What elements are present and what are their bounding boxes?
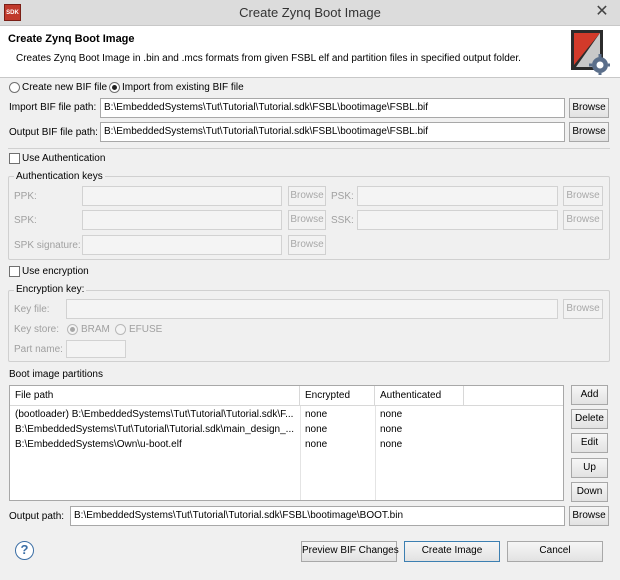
dialog-header: Create Zynq Boot Image Creates Zynq Boot… xyxy=(0,26,620,78)
column-header-authenticated[interactable]: Authenticated xyxy=(375,386,464,406)
row-authenticated: none xyxy=(380,439,403,450)
boot-image-wizard-icon xyxy=(571,30,610,75)
close-icon[interactable]: ✕ xyxy=(584,0,620,26)
row-encrypted: none xyxy=(305,409,328,420)
row-file-path: B:\EmbeddedSystems\Own\u-boot.elf xyxy=(15,439,182,450)
column-header-encrypted[interactable]: Encrypted xyxy=(300,386,375,406)
use-encryption-label[interactable]: Use encryption xyxy=(22,266,89,277)
spk-signature-browse-button[interactable]: Browse xyxy=(288,235,326,255)
psk-input[interactable] xyxy=(357,186,558,206)
move-down-button[interactable]: Down xyxy=(571,482,608,502)
table-row[interactable]: (bootloader) B:\EmbeddedSystems\Tut\Tuto… xyxy=(10,407,563,422)
part-name-label: Part name: xyxy=(14,344,63,355)
table-row[interactable]: B:\EmbeddedSystems\Own\u-boot.elf none n… xyxy=(10,437,563,452)
spk-browse-button[interactable]: Browse xyxy=(288,210,326,230)
create-new-bif-radio[interactable] xyxy=(9,82,20,93)
psk-browse-button[interactable]: Browse xyxy=(563,186,603,206)
authentication-keys-label: Authentication keys xyxy=(14,171,105,182)
row-file-path: B:\EmbeddedSystems\Tut\Tutorial\Tutorial… xyxy=(15,424,295,435)
spk-label: SPK: xyxy=(14,215,37,226)
add-partition-button[interactable]: Add xyxy=(571,385,608,405)
key-store-bram-label[interactable]: BRAM xyxy=(81,324,110,335)
key-file-browse-button[interactable]: Browse xyxy=(563,299,603,319)
row-encrypted: none xyxy=(305,439,328,450)
spk-signature-input[interactable] xyxy=(82,235,282,255)
ssk-input[interactable] xyxy=(357,210,558,230)
import-bif-path-input[interactable]: B:\EmbeddedSystems\Tut\Tutorial\Tutorial… xyxy=(100,98,565,118)
encryption-key-label: Encryption key: xyxy=(14,284,87,295)
table-row[interactable]: B:\EmbeddedSystems\Tut\Tutorial\Tutorial… xyxy=(10,422,563,437)
cancel-button[interactable]: Cancel xyxy=(507,541,603,562)
row-file-path: (bootloader) B:\EmbeddedSystems\Tut\Tuto… xyxy=(15,409,294,420)
move-up-button[interactable]: Up xyxy=(571,458,608,478)
ssk-browse-button[interactable]: Browse xyxy=(563,210,603,230)
boot-image-partitions-label: Boot image partitions xyxy=(9,369,103,380)
import-bif-label[interactable]: Import from existing BIF file xyxy=(122,82,244,93)
partitions-table: File path Encrypted Authenticated (bootl… xyxy=(9,385,564,501)
header-description: Creates Zynq Boot Image in .bin and .mcs… xyxy=(16,53,521,64)
import-bif-path-label: Import BIF file path: xyxy=(9,102,97,113)
output-bif-path-input[interactable]: B:\EmbeddedSystems\Tut\Tutorial\Tutorial… xyxy=(100,122,565,142)
ppk-input[interactable] xyxy=(82,186,282,206)
header-title: Create Zynq Boot Image xyxy=(8,33,135,45)
spk-input[interactable] xyxy=(82,210,282,230)
help-icon[interactable]: ? xyxy=(15,541,34,560)
key-store-efuse-radio[interactable] xyxy=(115,324,126,335)
ppk-label: PPK: xyxy=(14,191,37,202)
output-bif-browse-button[interactable]: Browse xyxy=(569,122,609,142)
key-store-label: Key store: xyxy=(14,324,60,335)
row-authenticated: none xyxy=(380,409,403,420)
use-authentication-checkbox[interactable] xyxy=(9,153,20,164)
output-path-input[interactable]: B:\EmbeddedSystems\Tut\Tutorial\Tutorial… xyxy=(70,506,565,526)
row-encrypted: none xyxy=(305,424,328,435)
column-header-file-path[interactable]: File path xyxy=(10,386,300,406)
ppk-browse-button[interactable]: Browse xyxy=(288,186,326,206)
key-store-bram-radio[interactable] xyxy=(67,324,78,335)
use-encryption-checkbox[interactable] xyxy=(9,266,20,277)
part-name-input[interactable] xyxy=(66,340,126,358)
key-store-efuse-label[interactable]: EFUSE xyxy=(129,324,162,335)
create-image-button[interactable]: Create Image xyxy=(404,541,500,562)
spk-signature-label: SPK signature: xyxy=(14,240,81,251)
edit-partition-button[interactable]: Edit xyxy=(571,433,608,453)
key-file-label: Key file: xyxy=(14,304,50,315)
psk-label: PSK: xyxy=(331,191,354,202)
import-bif-radio[interactable] xyxy=(109,82,120,93)
import-bif-browse-button[interactable]: Browse xyxy=(569,98,609,118)
title-bar: SDK Create Zynq Boot Image ✕ xyxy=(0,0,620,26)
output-path-browse-button[interactable]: Browse xyxy=(569,506,609,526)
column-header-filler xyxy=(464,386,563,406)
key-file-input[interactable] xyxy=(66,299,558,319)
ssk-label: SSK: xyxy=(331,215,354,226)
output-path-label: Output path: xyxy=(9,511,65,522)
row-authenticated: none xyxy=(380,424,403,435)
use-authentication-label[interactable]: Use Authentication xyxy=(22,153,105,164)
create-new-bif-label[interactable]: Create new BIF file xyxy=(22,82,107,93)
delete-partition-button[interactable]: Delete xyxy=(571,409,608,429)
separator xyxy=(8,148,610,149)
preview-bif-changes-button[interactable]: Preview BIF Changes xyxy=(301,541,399,562)
output-bif-path-label: Output BIF file path: xyxy=(9,127,98,138)
window-title: Create Zynq Boot Image xyxy=(239,5,381,20)
